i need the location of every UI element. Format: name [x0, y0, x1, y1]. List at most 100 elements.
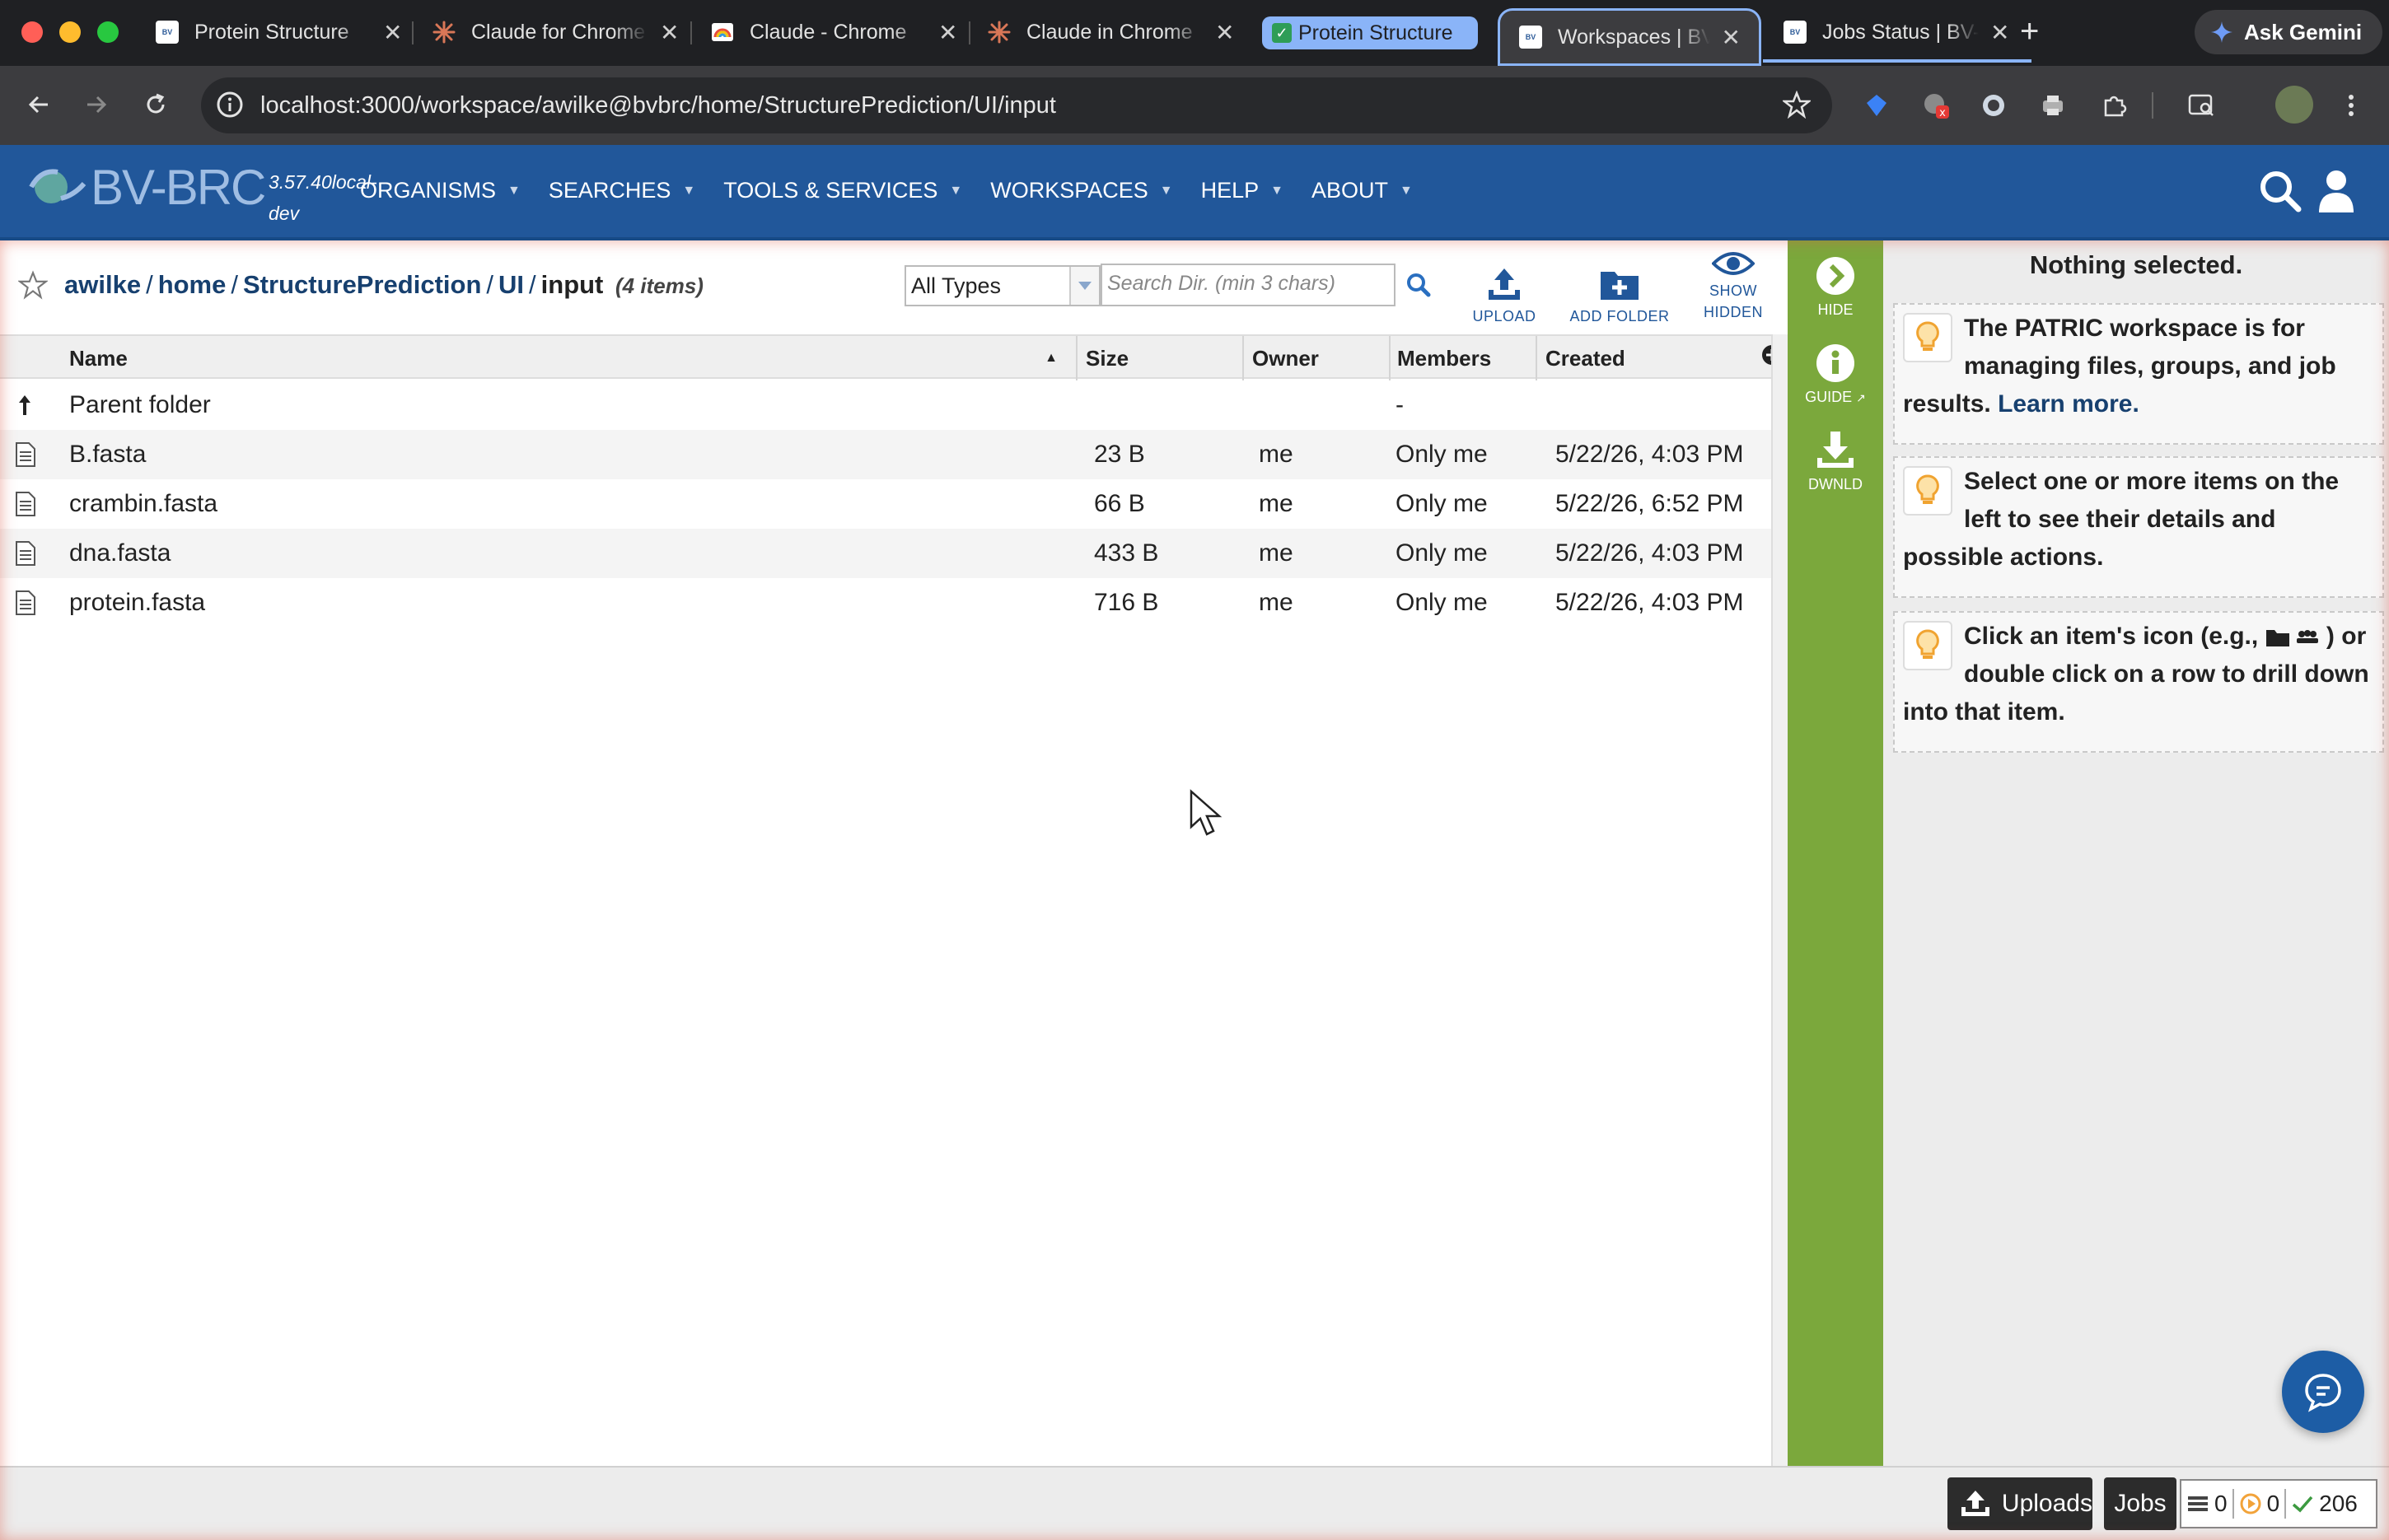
tip-box: Select one or more items on the left to …: [1893, 456, 2384, 598]
tab-title: Protein Structure: [194, 20, 349, 44]
close-tab-icon[interactable]: ✕: [1722, 24, 1741, 51]
row-size: 433 B: [1094, 539, 1159, 567]
column-header-owner[interactable]: Owner: [1242, 336, 1389, 380]
column-header-members[interactable]: Members: [1389, 336, 1536, 380]
file-icon[interactable]: [15, 529, 36, 578]
ask-gemini-button[interactable]: Ask Gemini: [2195, 10, 2382, 54]
upload-button[interactable]: UPLOAD: [1471, 265, 1537, 325]
column-header-size[interactable]: Size: [1076, 336, 1241, 380]
browser-tab[interactable]: BV Jobs Status | BV-BRC ✕: [1783, 8, 2009, 56]
add-folder-label: ADD FOLDER: [1569, 308, 1670, 324]
global-search-icon[interactable]: [2257, 168, 2303, 214]
menu-label: HELP: [1200, 178, 1260, 203]
profile-avatar[interactable]: [2275, 86, 2313, 124]
close-tab-icon[interactable]: ✕: [1215, 19, 1234, 46]
chat-assistant-button[interactable]: [2282, 1351, 2364, 1433]
row-owner: me: [1259, 539, 1293, 567]
file-icon[interactable]: [15, 430, 36, 479]
type-filter-select[interactable]: All Types: [905, 265, 1101, 306]
show-hidden-button[interactable]: SHOW HIDDEN: [1699, 249, 1768, 323]
tab-separator: [969, 21, 970, 44]
chevron-down-icon: ▼: [682, 183, 696, 198]
tip-box: Click an item's icon (e.g., ) or double …: [1893, 611, 2384, 753]
menu-searches[interactable]: SEARCHES ▼: [549, 178, 695, 203]
search-icon[interactable]: [1405, 272, 1432, 298]
learn-more-link[interactable]: Learn more.: [1998, 390, 2139, 418]
bookmark-star-icon[interactable]: [1783, 91, 1811, 119]
breadcrumb-link[interactable]: awilke: [64, 270, 141, 299]
app-header: BV-BRC 3.57.40local-dev ORGANISMS ▼ SEARC…: [0, 145, 2389, 240]
upload-label: UPLOAD: [1472, 308, 1536, 324]
file-icon[interactable]: [15, 578, 36, 628]
column-header-name[interactable]: Name ▲: [61, 336, 1074, 380]
tip-text: Select one or more items on the left to …: [1903, 468, 2340, 571]
claude-favicon-icon: [987, 20, 1012, 44]
new-tab-button[interactable]: +: [2020, 15, 2039, 48]
extension-printer-icon[interactable]: [2038, 91, 2068, 120]
menu-help[interactable]: HELP ▼: [1201, 178, 1283, 203]
active-browser-tab[interactable]: BV Workspaces | BV-BRC ✕: [1498, 8, 1761, 66]
browser-tab[interactable]: Claude for Chrome ✕: [432, 8, 679, 56]
tab-group-underline: [1763, 59, 2031, 63]
guide-button[interactable]: GUIDE ↗: [1788, 343, 1883, 406]
forward-button[interactable]: [76, 84, 117, 125]
tab-title: Jobs Status | BV-BRC: [1822, 20, 1979, 44]
browser-tab[interactable]: Claude in Chrome ✕: [987, 8, 1234, 56]
reload-button[interactable]: [135, 84, 176, 125]
back-button[interactable]: [18, 84, 59, 125]
search-dir-input[interactable]: Search Dir. (min 3 chars): [1101, 264, 1396, 306]
close-window-button[interactable]: [21, 21, 43, 43]
breadcrumb-link[interactable]: UI: [498, 270, 524, 299]
ask-gemini-label: Ask Gemini: [2244, 19, 2363, 44]
table-row[interactable]: crambin.fasta 66 B me Only me 5/22/26, 6…: [0, 479, 1771, 529]
chevron-down-icon: ▼: [1159, 183, 1173, 198]
uploads-button[interactable]: Uploads: [1947, 1477, 2092, 1530]
grid-scrollbar[interactable]: [1771, 334, 1788, 1466]
site-info-icon[interactable]: [216, 91, 244, 119]
table-row[interactable]: protein.fasta 716 B me Only me 5/22/26, …: [0, 578, 1771, 628]
file-icon[interactable]: [15, 479, 36, 529]
reload-icon: [147, 93, 165, 114]
breadcrumb-link[interactable]: home: [158, 270, 227, 299]
menu-organisms[interactable]: ORGANISMS ▼: [360, 178, 521, 203]
extensions-puzzle-icon[interactable]: [2099, 91, 2129, 120]
close-tab-icon[interactable]: ✕: [660, 19, 679, 46]
menu-workspaces[interactable]: WORKSPACES ▼: [990, 178, 1172, 203]
table-row-parent-folder[interactable]: Parent folder -: [0, 380, 1771, 430]
close-tab-icon[interactable]: ✕: [383, 19, 402, 46]
minimize-window-button[interactable]: [59, 21, 81, 43]
tab-group-chip[interactable]: ✓ Protein Structure: [1262, 16, 1478, 49]
workspace-browser: awilke / home / StructurePrediction / UI / input…: [0, 240, 1788, 1466]
hide-panel-button[interactable]: HIDE: [1788, 255, 1883, 319]
browser-menu-icon[interactable]: [2336, 91, 2366, 120]
user-account-icon[interactable]: [2317, 168, 2356, 214]
download-button[interactable]: DWNLD: [1788, 430, 1883, 493]
folder-icon: [2265, 628, 2290, 647]
menu-about[interactable]: ABOUT ▼: [1311, 178, 1413, 203]
close-tab-icon[interactable]: ✕: [1990, 19, 2009, 46]
bvbrc-logo[interactable]: BV-BRC: [25, 158, 266, 216]
column-header-created[interactable]: Created: [1536, 336, 1758, 380]
queued-list-icon: [2186, 1494, 2209, 1514]
maximize-window-button[interactable]: [97, 21, 119, 43]
browser-tab[interactable]: Claude - Chrome ✕: [710, 8, 957, 56]
browser-tab[interactable]: BV Protein Structure ✕: [155, 8, 402, 56]
menu-tools-services[interactable]: TOOLS & SERVICES ▼: [723, 178, 962, 203]
close-tab-icon[interactable]: ✕: [938, 19, 957, 46]
upload-icon: [1961, 1491, 1989, 1516]
extension-shield-icon[interactable]: [1862, 91, 1891, 120]
jobs-button[interactable]: Jobs: [2104, 1477, 2176, 1530]
side-panel-icon[interactable]: [2186, 91, 2216, 120]
table-row[interactable]: dna.fasta 433 B me Only me 5/22/26, 4:03…: [0, 529, 1771, 578]
extension-circle-icon[interactable]: [1979, 91, 2008, 120]
extension-blocker-icon[interactable]: x: [1921, 91, 1951, 120]
job-counts[interactable]: 0 0 206: [2180, 1479, 2377, 1528]
table-row[interactable]: B.fasta 23 B me Only me 5/22/26, 4:03 PM: [0, 430, 1771, 479]
forward-arrow-icon: [87, 96, 107, 114]
tab-title: Claude for Chrome: [471, 20, 646, 44]
add-folder-button[interactable]: ADD FOLDER: [1565, 265, 1674, 325]
favorite-star-icon[interactable]: [18, 270, 48, 300]
chevron-down-icon: [1069, 267, 1099, 305]
breadcrumb-link[interactable]: StructurePrediction: [243, 270, 481, 299]
address-bar[interactable]: localhost:3000/workspace/awilke@bvbrc/ho…: [201, 77, 1832, 133]
